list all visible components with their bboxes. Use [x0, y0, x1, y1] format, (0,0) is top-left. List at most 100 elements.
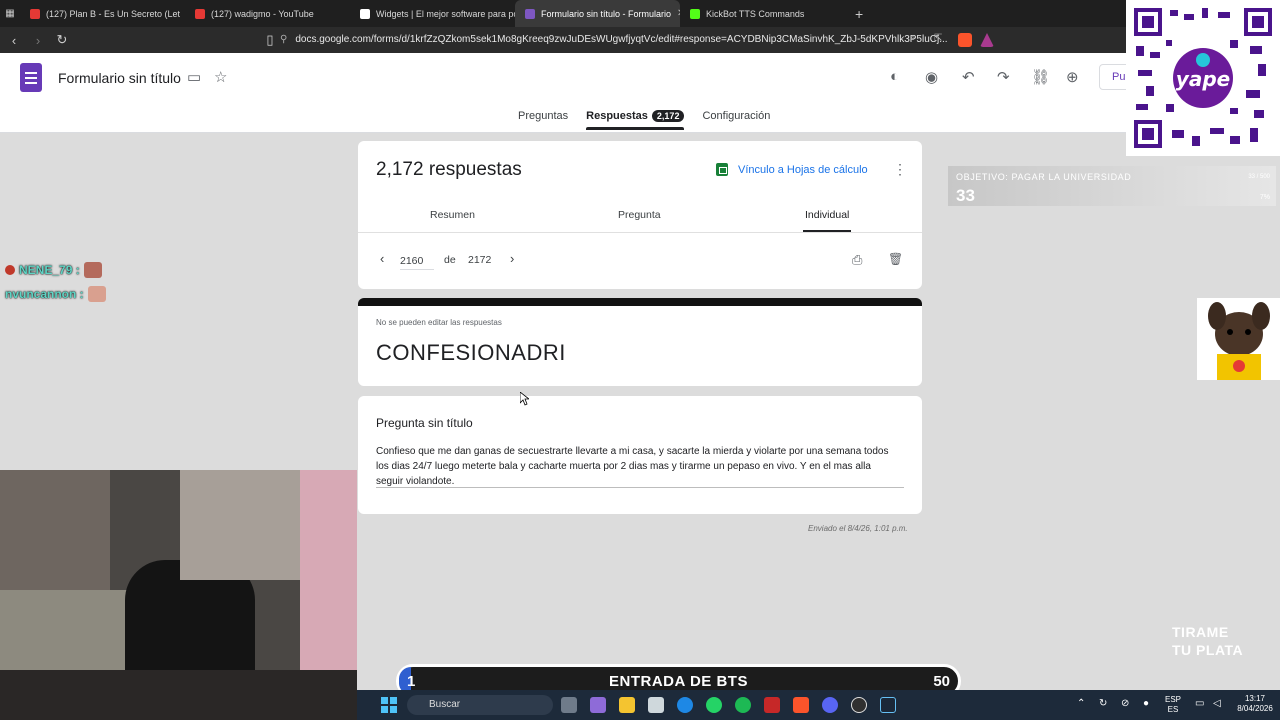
palette-icon[interactable]: ◐ — [890, 68, 899, 85]
brave-shield-icon[interactable] — [958, 33, 972, 47]
form-title[interactable]: Formulario sin título — [58, 70, 181, 86]
microphone-icon[interactable]: ● — [1143, 699, 1149, 709]
store-icon[interactable] — [648, 697, 664, 713]
mouse-cursor-icon — [520, 392, 529, 406]
network-icon[interactable]: ▭ — [1195, 699, 1204, 709]
donation-goal-bar: OBJETIVO: PAGAR LA UNIVERSIDAD 33 33 / 5… — [948, 166, 1276, 206]
sheets-link-label: Vínculo a Hojas de cálculo — [738, 163, 868, 176]
more-options-icon[interactable]: ⋮ — [893, 161, 907, 178]
delete-icon[interactable]: 🗑 — [888, 252, 903, 266]
brave-icon[interactable] — [793, 697, 809, 713]
goal-value: 33 — [956, 186, 975, 205]
tab-label: Formulario sin título - Formulario — [541, 8, 672, 19]
forms-logo-icon[interactable] — [20, 63, 42, 92]
add-collaborator-icon[interactable]: ⊕ — [1066, 68, 1079, 86]
tab-label: (127) Plan B - Es Un Secreto (Let — [46, 8, 181, 19]
spotify-icon[interactable] — [735, 697, 751, 713]
user-badge-icon — [5, 265, 15, 275]
yape-qr-icon: yape — [1130, 4, 1276, 152]
respondent-title: CONFESIONADRI — [376, 340, 566, 365]
tray-chevron-icon[interactable]: ⌃ — [1077, 699, 1085, 709]
tray-icon[interactable]: ↻ — [1099, 699, 1107, 709]
answer-underline — [376, 487, 904, 488]
app-icon[interactable] — [764, 697, 780, 713]
share-icon[interactable]: ⇱ — [934, 33, 948, 47]
print-icon[interactable]: ⎙ — [852, 252, 862, 268]
brave-rewards-icon[interactable] — [980, 33, 994, 47]
new-tab-icon[interactable]: + — [845, 6, 873, 22]
copilot-icon[interactable] — [590, 697, 606, 713]
tab-label: Preguntas — [518, 110, 569, 122]
webcam-floor — [0, 670, 357, 720]
edge-icon[interactable] — [677, 697, 693, 713]
lang-line-2: ES — [1167, 705, 1179, 714]
tip-prompt: TIRAME TU PLATA — [1172, 623, 1243, 659]
subtab-question[interactable]: Pregunta — [618, 209, 661, 221]
steam-icon[interactable] — [880, 697, 896, 713]
youtube-icon — [195, 8, 205, 19]
tab-settings[interactable]: Configuración — [702, 110, 770, 130]
responses-heading: 2,172 respuestas — [376, 159, 522, 180]
browser-tab[interactable]: KickBot TTS Commands — [680, 0, 845, 27]
language-indicator[interactable]: ESP ES — [1165, 695, 1181, 715]
dog-sticker — [1197, 298, 1280, 380]
webcam-wall — [180, 470, 300, 580]
webcam-items — [0, 590, 130, 670]
link-icon[interactable]: ⛓ — [1031, 68, 1050, 86]
tab-label: KickBot TTS Commands — [706, 8, 805, 19]
file-explorer-icon[interactable] — [619, 697, 635, 713]
obs-icon[interactable] — [851, 697, 867, 713]
response-pager: ‹ 2160 de 2172 › ⎙ 🗑 — [358, 249, 922, 273]
tab-label: Widgets | El mejor software para pot — [376, 8, 515, 19]
subtab-individual[interactable]: Individual — [802, 209, 852, 232]
form-tabs: Preguntas Respuestas 2,172 Configuración — [518, 110, 770, 130]
browser-tab-active[interactable]: Formulario sin título - Formulario✕ — [515, 0, 680, 27]
task-view-icon[interactable] — [561, 697, 577, 713]
url-text: docs.google.com/forms/d/1krfZzQZkom5sek1… — [295, 34, 948, 45]
goal-label: OBJETIVO: PAGAR LA UNIVERSIDAD — [956, 172, 1132, 182]
browser-tab[interactable]: Widgets | El mejor software para pot — [350, 0, 515, 27]
tab-responses[interactable]: Respuestas 2,172 — [586, 110, 685, 130]
response-index-input[interactable]: 2160 — [400, 255, 434, 270]
browser-menu-icon[interactable]: ▦ — [0, 0, 20, 27]
next-response-icon[interactable]: › — [510, 251, 514, 266]
zoom-icon[interactable]: ⌕ — [910, 33, 924, 47]
tip-line-1: TIRAME — [1172, 624, 1229, 640]
windows-start-icon[interactable] — [381, 697, 397, 713]
tray-icon[interactable]: ⊘ — [1121, 699, 1129, 709]
back-icon[interactable]: ‹ — [4, 33, 24, 48]
emote-icon — [83, 262, 102, 278]
subtab-summary[interactable]: Resumen — [430, 209, 475, 221]
response-subtabs: Resumen Pregunta Individual — [358, 203, 922, 233]
sheets-link[interactable]: Vínculo a Hojas de cálculo — [716, 163, 868, 176]
url-field[interactable]: ⚲ docs.google.com/forms/d/1krfZzQZkom5sek… — [280, 31, 970, 49]
tab-label: (127) wadigmo - YouTube — [211, 8, 314, 19]
volume-icon[interactable]: ◁ — [1213, 699, 1221, 709]
browser-tab[interactable]: (127) Plan B - Es Un Secreto (Let — [20, 0, 185, 27]
browser-tab[interactable]: (127) wadigmo - YouTube — [185, 0, 350, 27]
webcam-feed — [0, 470, 357, 720]
tab-questions[interactable]: Preguntas — [518, 110, 568, 130]
pager-of-label: de — [444, 254, 456, 266]
bookmark-icon[interactable]: ▯ — [260, 32, 280, 48]
windows-taskbar: Buscar ⌃ ↻ ⊘ ● ESP ES ▭ ◁ 13:17 8/04/202… — [357, 690, 1280, 720]
bts-title: ENTRADA DE BTS — [609, 673, 748, 690]
preview-eye-icon[interactable]: ◉ — [925, 68, 938, 86]
widgets-icon — [360, 8, 370, 19]
star-icon[interactable]: ☆ — [214, 68, 227, 86]
taskbar-search[interactable]: Buscar — [407, 695, 553, 715]
reload-icon[interactable]: ↻ — [52, 32, 72, 48]
discord-icon[interactable] — [822, 697, 838, 713]
question-card: Pregunta sin título Confieso que me dan … — [358, 396, 922, 514]
clock[interactable]: 13:17 8/04/2026 — [1235, 694, 1275, 714]
undo-icon[interactable]: ↶ — [962, 68, 975, 86]
whatsapp-icon[interactable] — [706, 697, 722, 713]
goal-progress-text: 33 / 500 — [1248, 174, 1270, 180]
prev-response-icon[interactable]: ‹ — [380, 251, 384, 266]
site-info-icon[interactable]: ⚲ — [280, 31, 287, 49]
redo-icon[interactable]: ↷ — [997, 68, 1010, 86]
folder-icon[interactable]: ▭ — [187, 68, 201, 86]
forward-icon[interactable]: › — [28, 33, 48, 48]
lang-line-1: ESP — [1165, 695, 1182, 704]
chat-username: NENE_79 : — [19, 263, 80, 277]
